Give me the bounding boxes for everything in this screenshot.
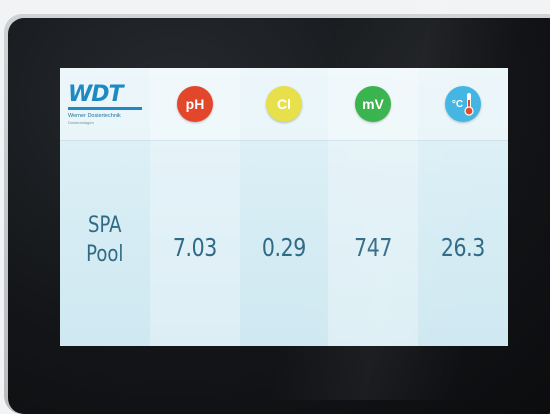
pool-name-line1: SPA bbox=[88, 213, 122, 238]
redox-value: 747 bbox=[354, 233, 392, 262]
thermometer-icon bbox=[464, 93, 474, 116]
logo-header: WDT Werner Dosiertechnik Dosieranlagen bbox=[60, 68, 150, 141]
location-column: WDT Werner Dosiertechnik Dosieranlagen S… bbox=[60, 68, 150, 346]
display-screen: WDT Werner Dosiertechnik Dosieranlagen S… bbox=[60, 68, 508, 346]
ph-column[interactable]: pH 7.03 bbox=[150, 68, 240, 346]
ph-value: 7.03 bbox=[172, 233, 217, 262]
chlorine-badge[interactable]: Cl bbox=[266, 86, 302, 122]
logo-company: Werner Dosiertechnik bbox=[68, 112, 121, 119]
chlorine-value: 0.29 bbox=[261, 233, 306, 262]
wdt-logo: WDT Werner Dosiertechnik Dosieranlagen bbox=[68, 81, 142, 125]
temperature-value: 26.3 bbox=[440, 233, 485, 262]
redox-badge[interactable]: mV bbox=[355, 86, 391, 122]
chlorine-column[interactable]: Cl 0.29 bbox=[240, 68, 328, 346]
ph-header: pH bbox=[150, 68, 240, 141]
temperature-header: °C bbox=[418, 68, 508, 141]
temperature-column[interactable]: °C 26.3 bbox=[418, 68, 508, 346]
logo-underline bbox=[68, 106, 142, 110]
temperature-unit: °C bbox=[451, 98, 464, 110]
pool-name-line2: Pool bbox=[86, 242, 124, 267]
ph-badge[interactable]: pH bbox=[177, 86, 213, 122]
logo-text: WDT bbox=[68, 81, 124, 107]
redox-header: mV bbox=[328, 68, 418, 141]
redox-column[interactable]: mV 747 bbox=[328, 68, 418, 346]
chlorine-header: Cl bbox=[240, 68, 328, 141]
logo-tagline: Dosieranlagen bbox=[68, 119, 94, 125]
pool-name[interactable]: SPA Pool bbox=[86, 211, 123, 269]
temperature-badge[interactable]: °C bbox=[445, 86, 481, 122]
